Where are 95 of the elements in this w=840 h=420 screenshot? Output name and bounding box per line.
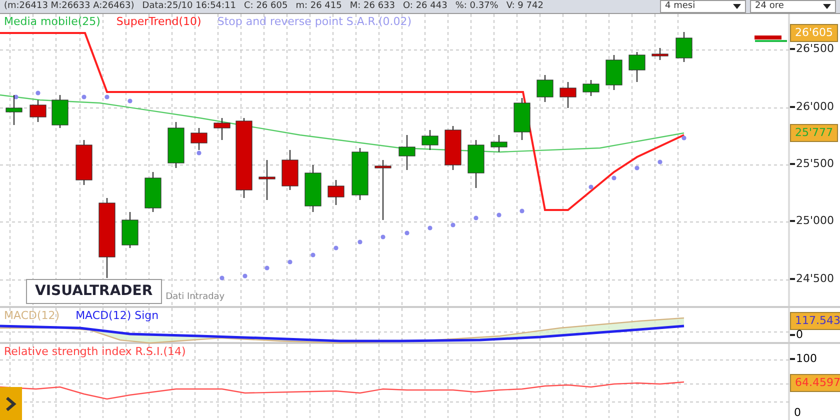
sar-dot — [682, 136, 686, 140]
sar-dot — [334, 246, 338, 250]
candlestick — [398, 134, 416, 170]
indicator-label: SuperTrend(10) — [116, 14, 202, 30]
candlestick — [328, 180, 344, 206]
candlestick — [190, 128, 208, 150]
quote-value: O: 26 443 — [403, 0, 448, 13]
axis-label: 25'000 — [796, 214, 834, 228]
tick-mark — [790, 358, 795, 360]
candlestick — [168, 122, 184, 168]
candlestick — [352, 148, 368, 200]
value-badge: 25'777 — [790, 124, 838, 142]
sar-dot — [220, 276, 224, 280]
value-badge: 117.543 — [790, 312, 840, 330]
axis-label: 26'000 — [796, 100, 834, 114]
axis-label: 0 — [794, 406, 801, 420]
candlestick — [76, 140, 92, 186]
candlestick — [6, 94, 22, 126]
tick-mark — [790, 334, 795, 336]
sar-dot — [14, 94, 18, 100]
sar-dot — [36, 90, 40, 96]
caret-icon — [733, 4, 741, 9]
candlestick — [374, 160, 392, 220]
axis-label: 25'500 — [796, 157, 834, 171]
value-badge: 64.4597 — [790, 374, 840, 392]
candlestick — [514, 98, 530, 140]
axis-label: 24'500 — [796, 272, 834, 286]
candlestick — [214, 118, 230, 140]
indicator-label: Media mobile(25) — [4, 14, 100, 30]
sar-dot — [264, 266, 270, 270]
quote-value: (m:26413 M:26633 A:26463) — [4, 0, 134, 13]
candlestick — [30, 100, 46, 122]
candlestick — [606, 54, 622, 90]
chevron-right-icon — [5, 396, 17, 410]
sar-dot — [104, 94, 110, 100]
quote-value: C: 26 605 — [244, 0, 288, 13]
sar-dot — [634, 166, 640, 170]
sar-dot — [242, 274, 248, 278]
sar-dot — [658, 160, 662, 164]
period-select[interactable]: 4 mesi — [660, 0, 746, 13]
candlestick — [468, 140, 484, 188]
expand-button[interactable] — [0, 387, 22, 420]
sar-dot — [520, 208, 524, 214]
sar-dot — [196, 150, 202, 156]
candlestick — [258, 160, 276, 200]
logo: VISUALTRADER — [26, 279, 162, 304]
sar-dot — [128, 98, 132, 104]
axis-label: 26'500 — [796, 42, 834, 56]
candlestick — [560, 82, 576, 108]
sar-dot — [288, 260, 292, 264]
candlestick — [536, 74, 554, 102]
sar-dot — [358, 240, 362, 244]
sar-dot — [310, 252, 316, 258]
caret-icon — [823, 4, 831, 9]
tick-mark — [790, 106, 795, 108]
sar-dot — [428, 226, 432, 230]
quote-value: V: 9 742 — [506, 0, 544, 13]
sar-dot — [82, 94, 86, 100]
candlestick — [490, 134, 508, 152]
sar-dot — [404, 230, 410, 236]
candlestick — [652, 48, 668, 60]
axis-label: 100 — [796, 352, 817, 366]
tick-mark — [790, 278, 795, 280]
candlestick — [582, 80, 600, 96]
candlestick — [422, 130, 438, 150]
indicator-label: Stop and reverse point S.A.R.(0.02) — [217, 14, 412, 30]
sar-dot — [588, 184, 594, 190]
quote-value: M: 26 633 — [350, 0, 395, 13]
indicator-label: Relative strength index R.S.I.(14) — [4, 344, 186, 360]
indicator-label: MACD(12) Sign — [76, 308, 159, 324]
tick-mark — [790, 48, 795, 50]
candlestick — [144, 172, 162, 212]
sar-dot — [496, 212, 502, 218]
value-badge: 26'605 — [790, 24, 838, 42]
tick-mark — [790, 220, 795, 222]
candlestick — [304, 164, 322, 212]
quote-value: %: 0.37% — [455, 0, 498, 13]
candlestick — [282, 150, 298, 190]
candlestick — [628, 52, 646, 82]
sar-dot — [612, 176, 616, 180]
quote-value: Data:25/10 16:54:11 — [142, 0, 236, 13]
candlestick — [676, 32, 692, 62]
sar-dot — [474, 216, 478, 220]
candlestick — [122, 212, 138, 248]
sar-dot — [380, 234, 386, 240]
price-marker — [754, 36, 787, 42]
candlestick — [52, 94, 68, 128]
quote-value: m: 26 415 — [296, 0, 342, 13]
source-label: Dati Intraday — [166, 290, 225, 304]
period-select[interactable]: 24 ore — [750, 0, 836, 13]
tick-mark — [790, 163, 795, 165]
axis-label: 0 — [796, 328, 803, 342]
candlestick — [444, 126, 462, 170]
sar-dot — [450, 222, 456, 228]
indicator-label: MACD(12) — [4, 308, 60, 324]
